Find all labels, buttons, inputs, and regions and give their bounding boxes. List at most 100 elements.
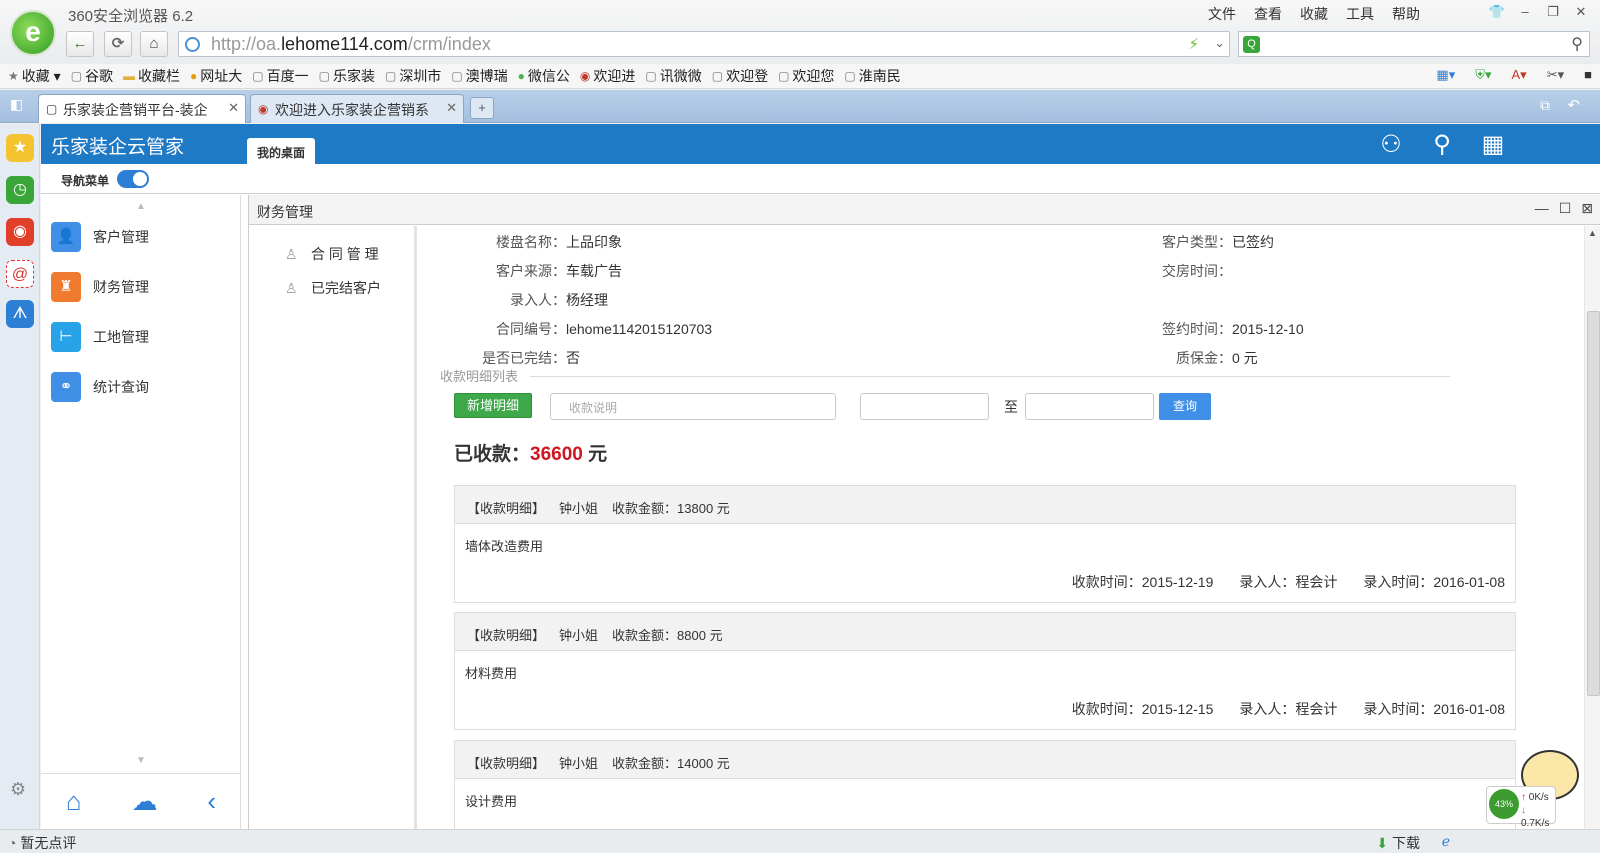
search-icon[interactable]: ⚲ [1571,34,1583,54]
menu-help[interactable]: 帮助 [1392,4,1420,24]
browser-logo-icon: e [10,10,56,56]
new-tab-button[interactable]: + [470,97,494,119]
skin-icon[interactable]: 👕 [1486,2,1508,22]
refresh-button[interactable]: ⟳ [104,31,132,57]
scrollbar-thumb[interactable] [1587,311,1600,696]
stamp-icon: ♜ [51,272,81,302]
menu-tools[interactable]: 工具 [1346,4,1374,24]
bookmark-item[interactable]: ▢ 欢迎您 [778,66,834,86]
nav-item-customers[interactable]: 👤 客户管理 [51,219,231,255]
nav-item-statistics[interactable]: ⚭ 统计查询 [51,369,231,405]
game-icon[interactable]: ■ [1584,67,1592,83]
address-bar[interactable]: http://oa.lehome114.com/crm/index ⚡ ⌄ [178,31,1230,57]
scroll-down-icon[interactable]: ▼ [131,755,151,766]
start-date-input[interactable] [860,393,989,420]
shield-icon[interactable]: ⛨▾ [1475,67,1491,83]
receipt-description: 设计费用 [465,794,518,809]
close-tab-icon[interactable]: ✕ [446,100,457,116]
field-source: 客户来源：车载广告 [496,263,622,279]
restore-icon[interactable]: ❐ [1542,2,1564,22]
settings-gear-icon[interactable]: ⚙ [10,779,26,800]
collapse-arrow-icon[interactable]: ‹ [207,786,216,817]
bookmark-item[interactable]: ▢ 百度一 [252,66,308,86]
bookmark-item[interactable]: ▢ 讯微微 [645,66,701,86]
page-icon: ▢ [844,69,856,83]
weibo-icon[interactable]: ◉ [6,218,34,246]
bookmark-item[interactable]: ▢ 乐家装 [319,66,375,86]
close-tab-icon[interactable]: ✕ [228,100,239,116]
wechat-icon: ● [517,69,525,83]
status-comment[interactable]: ◔ 暂无点评 [8,833,76,853]
minimize-icon[interactable]: – [1514,2,1536,22]
minimize-icon[interactable]: — [1535,200,1549,217]
bookmark-item[interactable]: ▢ 淮南民 [844,66,900,86]
network-speed-widget[interactable]: 43% ↑ 0K/s ↓ 0.7K/s [1486,786,1556,829]
apps-icon[interactable]: ▦▾ [1436,67,1455,83]
bookmark-item[interactable]: ▢ 澳博瑞 [451,66,507,86]
receipt-description-input[interactable]: 收款说明 [550,393,836,420]
tab-crm[interactable]: ▢ 乐家装企营销平台-装企 ✕ [38,94,246,123]
user-icon[interactable]: ⚇ [1377,131,1405,159]
subnav-label: 已完结客户 [311,280,381,296]
tab-list-icon[interactable]: ⧉ [1540,97,1550,114]
history-clock-icon[interactable]: ◷ [6,176,34,204]
speed-mode-icon[interactable]: ⚡ [1188,35,1199,53]
end-date-input[interactable] [1025,393,1154,420]
chevron-down-icon[interactable]: ⌄ [1214,35,1225,51]
search-engine-icon[interactable]: Q [1243,36,1260,53]
back-button[interactable]: ← [66,31,94,57]
cloud-icon[interactable]: ☁ [132,786,158,817]
search-icon[interactable]: ⚲ [1428,131,1456,159]
home-button[interactable]: ⌂ [140,31,168,57]
scroll-up-icon[interactable]: ▲ [131,201,151,212]
translate-icon[interactable]: A▾ [1512,67,1527,83]
page-icon: ▢ [384,69,397,83]
close-icon[interactable]: ✕ [1570,2,1592,22]
scroll-up-icon[interactable]: ▲ [1588,228,1597,238]
left-nav: ▲ 👤 客户管理 ♜ 财务管理 ⊢ 工地管理 ⚭ 统计查询 ▼ ⌂ ☁ ‹ [41,195,241,829]
sidebar-toggle-icon[interactable]: ◧ [10,96,23,113]
memory-usage: 43% [1489,789,1519,819]
mail-icon[interactable]: @ [6,260,34,288]
content-scrollbar[interactable]: ▲ [1584,226,1600,829]
screenshot-icon[interactable]: ✂▾ [1547,67,1564,83]
menu-favorites[interactable]: 收藏 [1300,4,1328,24]
bookmark-item[interactable]: ● 微信公 [518,66,570,86]
tab-my-desktop[interactable]: 我的桌面 [247,138,316,164]
page-icon: ▢ [318,69,330,83]
bookmark-item[interactable]: ◉ 欢迎进 [580,66,635,86]
bookmark-item[interactable]: ● 网址大 [190,66,242,86]
subnav-completed-customers[interactable]: ♙ 已完结客户 [285,278,381,298]
bookmark-item[interactable]: ▢ 深圳市 [385,66,441,86]
nav-item-finance[interactable]: ♜ 财务管理 [51,269,231,305]
comment-icon: ◔ [8,835,17,851]
download-button[interactable]: ⬇ 下载 [1376,833,1420,853]
menu-view[interactable]: 查看 [1254,4,1282,24]
app-icon[interactable]: ᗑ [6,300,34,328]
panel-title-text: 财务管理 [257,204,313,220]
add-receipt-button[interactable]: 新增明细 [454,393,532,418]
search-input[interactable]: Q ⚲ [1238,31,1590,57]
favorites-star-icon[interactable]: ★ [6,134,34,162]
home-icon[interactable]: ⌂ [66,786,82,817]
bookmark-item[interactable]: ▢ 欢迎登 [712,66,768,86]
grid-apps-icon[interactable]: ▦ [1479,131,1507,159]
bookmark-item[interactable]: ▬ 收藏栏 [123,66,180,86]
nav-menu-label: 导航菜单 [61,174,110,188]
bookmark-item[interactable]: ▢ 谷歌 [71,66,113,86]
panel-title: 财务管理 — ☐ ⊠ [249,195,1600,225]
maximize-icon[interactable]: ☐ [1559,200,1572,217]
nav-menu-toggle[interactable] [117,170,149,188]
bookmark-favorites[interactable]: ★ 收藏 ▾ [8,66,61,86]
tab-bar: ◧ ▢ 乐家装企营销平台-装企 ✕ ◉ 欢迎进入乐家装企营销系 ✕ + ⧉ ↶ [0,90,1600,123]
menu-file[interactable]: 文件 [1208,4,1236,24]
undo-close-icon[interactable]: ↶ [1567,96,1580,114]
nav-item-sites[interactable]: ⊢ 工地管理 [51,319,231,355]
close-icon[interactable]: ⊠ [1581,200,1593,217]
query-button[interactable]: 查询 [1159,393,1211,420]
ie-mode-icon[interactable]: ℯ [1442,833,1450,850]
tab-welcome[interactable]: ◉ 欢迎进入乐家装企营销系 ✕ [250,94,464,123]
field-contract-no: 合同编号：lehome1142015120703 [496,321,713,337]
person-icon: ♙ [285,246,298,262]
subnav-contracts[interactable]: ♙ 合 同 管 理 [285,244,379,264]
